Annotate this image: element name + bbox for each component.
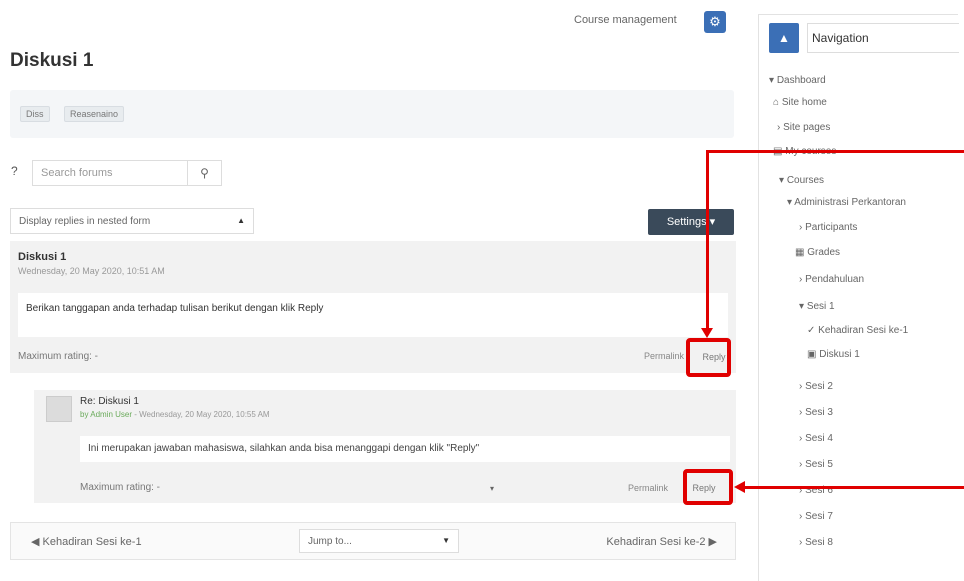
nav-item-sesi-2[interactable]: › Sesi 2	[799, 381, 833, 392]
nav-item-sesi-5[interactable]: › Sesi 5	[799, 459, 833, 470]
nav-label: Sesi 8	[805, 537, 833, 548]
nav-label: Site home	[781, 97, 827, 108]
nav-item-courses[interactable]: ▾ Courses	[779, 175, 824, 186]
main-content: Course management ⚙ Diskusi 1 Diss Rease…	[0, 0, 745, 581]
breadcrumb: Diss Reasenaino	[10, 90, 734, 138]
nav-label: Dashboard	[776, 75, 826, 86]
nav-label: Sesi 1	[806, 301, 835, 312]
home-icon: ⌂	[773, 97, 780, 108]
nav-item-sesi-7[interactable]: › Sesi 7	[799, 511, 833, 522]
post-body: Ini merupakan jawaban mahasiswa, silahka…	[80, 436, 730, 462]
nav-item-diskusi[interactable]: ▣ Diskusi 1	[807, 349, 860, 360]
grades-icon: ▦	[795, 247, 805, 258]
post-date: - Wednesday, 20 May 2020, 10:55 AM	[132, 410, 270, 419]
nav-item-site-home[interactable]: ⌂ Site home	[773, 97, 827, 108]
nav-label: Kehadiran Sesi ke-1	[818, 325, 909, 336]
navigation-block: ▲ Navigation ▾ Dashboard ⌂ Site home › S…	[758, 14, 959, 581]
gear-icon[interactable]: ⚙	[704, 11, 726, 33]
nav-label: Sesi 4	[805, 433, 833, 444]
jump-to-select[interactable]: Jump to... ▼	[299, 529, 459, 553]
breadcrumb-item[interactable]: Diss	[20, 106, 50, 122]
activity-navigation: ◀ Kehadiran Sesi ke-1 Jump to... ▼ Kehad…	[10, 522, 736, 560]
reply-highlight-box	[686, 338, 731, 377]
attendance-icon: ✓	[807, 325, 816, 336]
reply-highlight-box	[683, 469, 733, 505]
previous-activity-link[interactable]: ◀ Kehadiran Sesi ke-1	[31, 535, 142, 548]
post-meta: by Admin User - Wednesday, 20 May 2020, …	[80, 410, 270, 419]
arrow-up-icon[interactable]: ▲	[769, 23, 799, 53]
search-forum: ⚲	[32, 160, 222, 186]
nav-item-sesi-4[interactable]: › Sesi 4	[799, 433, 833, 444]
post-rating: Maximum rating: -	[80, 482, 161, 493]
chevron-down-icon: ▼	[442, 536, 450, 545]
display-mode-select[interactable]: Display replies in nested form ▲	[10, 208, 254, 234]
forum-post: Diskusi 1 Wednesday, 20 May 2020, 10:51 …	[10, 241, 736, 373]
arrow-down-icon	[701, 328, 713, 338]
avatar[interactable]	[46, 396, 72, 422]
nav-item-grades[interactable]: ▦ Grades	[795, 247, 840, 258]
nav-label: Sesi 3	[805, 407, 833, 418]
display-mode-value: Display replies in nested form	[19, 216, 151, 227]
nav-label: Sesi 2	[805, 381, 833, 392]
nav-item-sesi-1[interactable]: ▾ Sesi 1	[799, 301, 835, 312]
nav-item-sesi-8[interactable]: › Sesi 8	[799, 537, 833, 548]
search-icon[interactable]: ⚲	[187, 161, 221, 185]
nav-label: Administrasi Perkantoran	[794, 197, 906, 208]
next-activity-link[interactable]: Kehadiran Sesi ke-2 ▶	[606, 535, 717, 548]
nav-item-sesi-3[interactable]: › Sesi 3	[799, 407, 833, 418]
annotation-line	[706, 150, 964, 153]
settings-button[interactable]: Settings ▾	[648, 209, 734, 235]
nav-item-dashboard[interactable]: ▾ Dashboard	[769, 75, 826, 86]
jump-to-value: Jump to...	[308, 536, 352, 547]
post-author-link[interactable]: by Admin User	[80, 410, 132, 419]
forum-icon: ▣	[807, 349, 817, 360]
nav-label: Grades	[807, 247, 841, 258]
post-meta: Wednesday, 20 May 2020, 10:51 AM	[18, 266, 165, 276]
chevron-down-icon[interactable]: ▾	[490, 484, 494, 493]
navigation-title: Navigation	[807, 23, 959, 53]
post-body: Berikan tanggapan anda terhadap tulisan …	[18, 293, 728, 337]
annotation-line	[744, 486, 964, 489]
nav-label: Sesi 7	[805, 511, 833, 522]
permalink-link[interactable]: Permalink	[628, 483, 668, 493]
permalink-link[interactable]: Permalink	[644, 351, 684, 361]
nav-item-participants[interactable]: › Participants	[799, 222, 857, 233]
course-management-link[interactable]: Course management	[574, 14, 677, 26]
nav-label: Sesi 5	[805, 459, 833, 470]
chevron-down-icon: ▲	[237, 216, 245, 225]
post-subject: Diskusi 1	[18, 251, 67, 263]
nav-item-site-pages[interactable]: › Site pages	[777, 122, 830, 133]
nav-label: Courses	[786, 175, 825, 186]
nav-label: Site pages	[783, 122, 831, 133]
post-rating: Maximum rating: -	[18, 351, 99, 362]
question-icon[interactable]: ?	[11, 164, 18, 178]
nav-label: Pendahuluan	[805, 274, 865, 285]
page-title: Diskusi 1	[10, 50, 94, 71]
search-input[interactable]	[33, 161, 183, 185]
annotation-line	[706, 150, 709, 332]
nav-item-pendahuluan[interactable]: › Pendahuluan	[799, 274, 864, 285]
forum-reply-post: Re: Diskusi 1 by Admin User - Wednesday,…	[34, 390, 736, 503]
nav-item-kehadiran[interactable]: ✓ Kehadiran Sesi ke-1	[807, 325, 908, 336]
nav-label: Participants	[805, 222, 858, 233]
breadcrumb-item[interactable]: Reasenaino	[64, 106, 125, 122]
post-subject: Re: Diskusi 1	[80, 396, 139, 407]
arrow-left-icon	[734, 481, 745, 493]
nav-label: Diskusi 1	[819, 349, 860, 360]
nav-item-course[interactable]: ▾ Administrasi Perkantoran	[787, 197, 906, 208]
